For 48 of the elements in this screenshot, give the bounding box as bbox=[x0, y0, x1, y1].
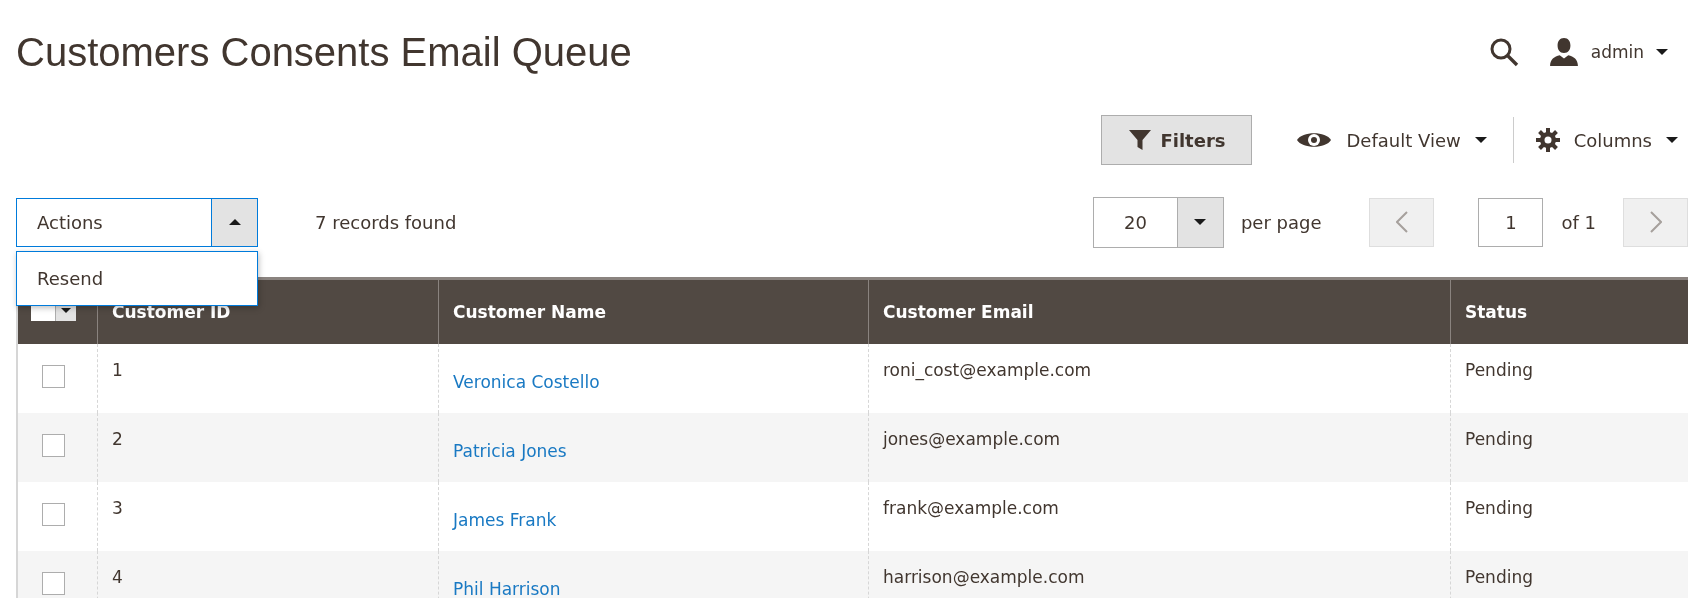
table-cell: Pending bbox=[1465, 360, 1533, 380]
user-menu[interactable]: admin bbox=[1548, 37, 1668, 67]
table-cell: harrison@example.com bbox=[883, 567, 1085, 587]
per-page-label: per page bbox=[1240, 211, 1322, 233]
gear-icon bbox=[1535, 128, 1560, 152]
caret-icon bbox=[1474, 137, 1487, 143]
column-header[interactable]: Customer Name bbox=[453, 302, 606, 322]
table-cell: Pending bbox=[1465, 498, 1533, 518]
funnel-icon bbox=[1128, 128, 1153, 152]
page-total: of 1 bbox=[1561, 211, 1596, 233]
table-cell: Pending bbox=[1465, 429, 1533, 449]
table-cell: Pending bbox=[1465, 567, 1533, 587]
menu-item[interactable]: Resend bbox=[17, 251, 257, 305]
caret-icon bbox=[1656, 49, 1668, 55]
row-checkbox[interactable] bbox=[42, 572, 65, 595]
chevron-icon bbox=[1649, 211, 1662, 233]
user-icon bbox=[1548, 37, 1579, 67]
filters-button[interactable]: Filters bbox=[1101, 115, 1253, 165]
caret-icon bbox=[1666, 137, 1678, 143]
table-cell: 3 bbox=[112, 498, 123, 518]
view-dropdown[interactable]: Default View bbox=[1296, 128, 1487, 152]
search-icon bbox=[1488, 37, 1519, 67]
table-cell: roni_cost@example.com bbox=[883, 360, 1092, 380]
row-checkbox[interactable] bbox=[42, 434, 65, 457]
customer-link[interactable]: Veronica Costello bbox=[453, 371, 600, 392]
row-checkbox[interactable] bbox=[42, 365, 65, 388]
customer-link[interactable]: Patricia Jones bbox=[453, 440, 567, 461]
records-count: 7 records found bbox=[315, 211, 457, 233]
column-header[interactable]: Customer Email bbox=[883, 302, 1034, 322]
chevron-icon bbox=[1395, 211, 1408, 233]
per-page-dropdown[interactable]: 20 bbox=[1092, 196, 1224, 248]
caret-icon bbox=[228, 219, 241, 225]
table-cell: jones@example.com bbox=[883, 429, 1061, 449]
row-checkbox[interactable] bbox=[42, 503, 65, 526]
column-header[interactable]: Status bbox=[1465, 302, 1528, 322]
page-number-field[interactable]: 1 bbox=[1478, 197, 1544, 247]
caret-icon bbox=[1194, 219, 1207, 225]
columns-dropdown[interactable]: Columns bbox=[1535, 128, 1678, 152]
search-button[interactable] bbox=[1488, 37, 1519, 67]
table-cell: 4 bbox=[112, 567, 123, 587]
table-cell: frank@example.com bbox=[883, 498, 1059, 518]
table-cell: 2 bbox=[112, 429, 123, 449]
customer-link[interactable]: James Frank bbox=[453, 509, 557, 530]
table-cell: 1 bbox=[112, 360, 123, 380]
caret-icon bbox=[61, 307, 71, 313]
customer-link[interactable]: Phil Harrison bbox=[453, 578, 561, 598]
actions-dropdown[interactable]: Actions bbox=[16, 197, 258, 247]
page-title: Customers Consents Email Queue bbox=[16, 29, 632, 75]
